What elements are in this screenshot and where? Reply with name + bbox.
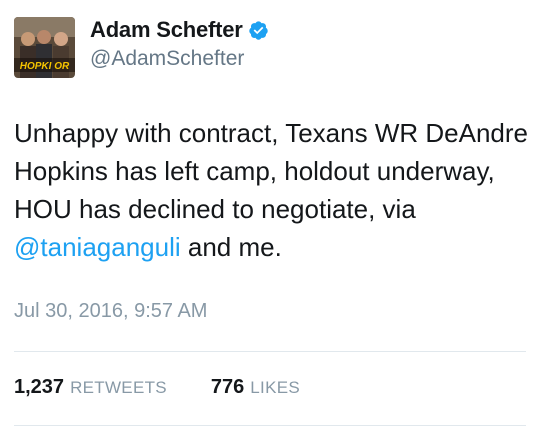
tweet-text-after: and me. (180, 232, 282, 262)
retweets-stat[interactable]: 1,237 RETWEETS (14, 376, 167, 399)
tweet-timestamp[interactable]: Jul 30, 2016, 9:57 AM (14, 300, 207, 323)
verified-badge-icon (248, 20, 269, 41)
name-row: Adam Schefter (90, 16, 269, 44)
user-handle[interactable]: @AdamSchefter (90, 47, 244, 71)
retweets-count: 1,237 (14, 376, 65, 398)
likes-label: LIKES (250, 378, 300, 397)
divider (14, 425, 526, 426)
display-name[interactable]: Adam Schefter (90, 17, 243, 43)
retweets-label: RETWEETS (70, 378, 167, 397)
avatar[interactable]: HOPKI OR (14, 17, 75, 78)
likes-stat[interactable]: 776 LIKES (211, 376, 300, 399)
tweet-stats: 1,237 RETWEETS 776 LIKES (14, 376, 300, 399)
avatar-image: HOPKI OR (14, 17, 75, 78)
tweet-text-before: Unhappy with contract, Texans WR DeAndre… (14, 118, 528, 224)
likes-count: 776 (210, 376, 245, 398)
tweet-text: Unhappy with contract, Texans WR DeAndre… (14, 114, 529, 266)
avatar-caption: HOPKI OR (20, 61, 70, 72)
divider (14, 351, 526, 352)
tweet-card: HOPKI OR Adam Schefter @AdamSchefter Unh… (0, 0, 540, 430)
mention-link[interactable]: @taniaganguli (14, 232, 181, 262)
